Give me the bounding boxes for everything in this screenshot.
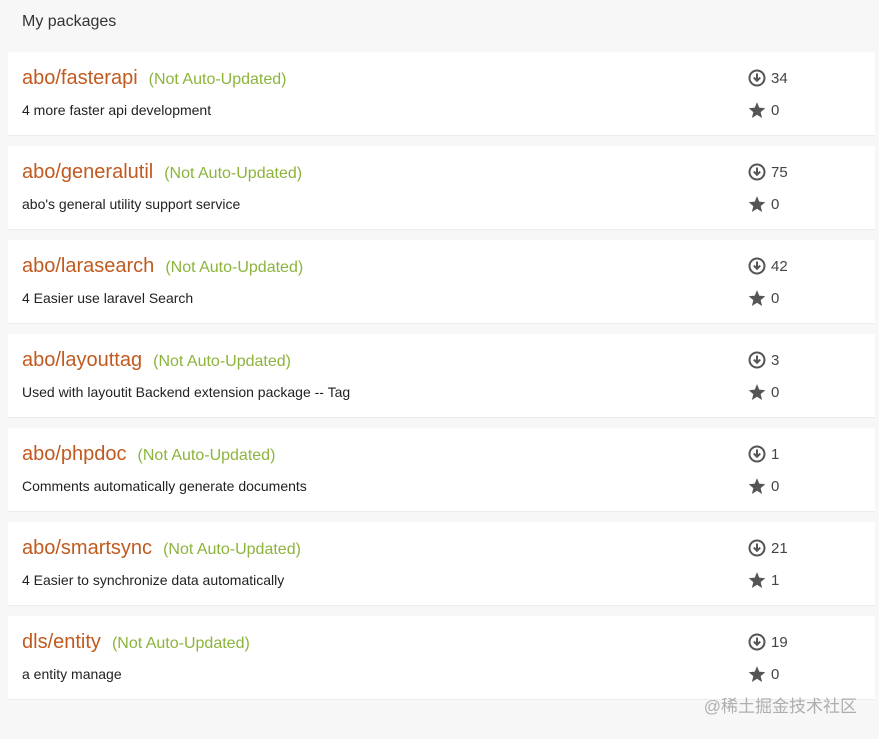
star-icon <box>748 102 766 118</box>
package-title: abo/smartsync (Not Auto-Updated) <box>22 537 301 560</box>
star-icon <box>748 572 766 588</box>
auto-update-status: (Not Auto-Updated) <box>148 71 287 88</box>
package-title: abo/generalutil (Not Auto-Updated) <box>22 161 302 184</box>
download-circle-icon <box>748 69 766 87</box>
favers-count: 0 <box>771 665 780 683</box>
download-circle-icon <box>748 163 766 181</box>
downloads-count: 34 <box>771 69 788 87</box>
auto-update-status: (Not Auto-Updated) <box>165 259 304 276</box>
downloads-count: 21 <box>771 539 788 557</box>
package-name-link[interactable]: abo/fasterapi <box>22 67 138 90</box>
auto-update-status: (Not Auto-Updated) <box>137 447 276 464</box>
favers-count: 0 <box>771 101 780 119</box>
auto-update-status: (Not Auto-Updated) <box>163 541 301 558</box>
favers-stat: 0 <box>748 383 779 401</box>
package-title: abo/layouttag (Not Auto-Updated) <box>22 349 291 372</box>
package-description: 4 more faster api development <box>22 102 212 118</box>
package-name-link[interactable]: abo/phpdoc <box>22 443 127 466</box>
downloads-count: 75 <box>771 163 788 181</box>
star-icon <box>748 290 766 306</box>
page-heading: My packages <box>22 13 117 30</box>
downloads-count: 1 <box>771 445 780 463</box>
watermark-text: @稀土掘金技术社区 <box>703 697 857 716</box>
package-title: abo/larasearch (Not Auto-Updated) <box>22 255 303 278</box>
package-description: a entity manage <box>22 666 122 682</box>
favers-stat: 0 <box>748 289 779 307</box>
downloads-stat: 21 <box>748 539 788 557</box>
package-item: dls/entity (Not Auto-Updated) a entity m… <box>8 616 875 700</box>
download-circle-icon <box>748 445 766 463</box>
favers-stat: 0 <box>748 477 779 495</box>
downloads-count: 19 <box>771 633 788 651</box>
downloads-stat: 75 <box>748 163 788 181</box>
favers-stat: 0 <box>748 665 779 683</box>
downloads-stat: 1 <box>748 445 779 463</box>
package-name-link[interactable]: dls/entity <box>22 631 101 654</box>
package-list: abo/fasterapi (Not Auto-Updated) 4 more … <box>8 52 875 710</box>
auto-update-status: (Not Auto-Updated) <box>111 635 250 652</box>
package-name-link[interactable]: abo/larasearch <box>22 255 154 278</box>
download-circle-icon <box>748 633 766 651</box>
package-item: abo/phpdoc (Not Auto-Updated) Comments a… <box>8 428 875 512</box>
favers-count: 0 <box>771 383 780 401</box>
package-title: abo/phpdoc (Not Auto-Updated) <box>22 443 275 466</box>
package-item: abo/layouttag (Not Auto-Updated) Used wi… <box>8 334 875 418</box>
package-title: dls/entity (Not Auto-Updated) <box>22 631 250 654</box>
favers-count: 0 <box>771 477 780 495</box>
package-item: abo/larasearch (Not Auto-Updated) 4 Easi… <box>8 240 875 324</box>
favers-stat: 0 <box>748 195 779 213</box>
downloads-stat: 42 <box>748 257 788 275</box>
package-description: abo's general utility support service <box>22 196 241 212</box>
package-title: abo/fasterapi (Not Auto-Updated) <box>22 67 287 90</box>
downloads-count: 42 <box>771 257 788 275</box>
downloads-stat: 19 <box>748 633 788 651</box>
favers-count: 0 <box>771 289 780 307</box>
star-icon <box>748 384 766 400</box>
package-item: abo/smartsync (Not Auto-Updated) 4 Easie… <box>8 522 875 606</box>
package-description: Used with layoutit Backend extension pac… <box>22 384 351 400</box>
favers-count: 0 <box>771 195 780 213</box>
download-circle-icon <box>748 257 766 275</box>
downloads-stat: 34 <box>748 69 788 87</box>
package-description: 4 Easier to synchronize data automatical… <box>22 572 285 588</box>
package-name-link[interactable]: abo/smartsync <box>22 537 152 560</box>
package-item: abo/fasterapi (Not Auto-Updated) 4 more … <box>8 52 875 136</box>
package-name-link[interactable]: abo/layouttag <box>22 349 142 372</box>
auto-update-status: (Not Auto-Updated) <box>153 353 291 370</box>
star-icon <box>748 196 766 212</box>
downloads-count: 3 <box>771 351 780 369</box>
download-circle-icon <box>748 351 766 369</box>
download-circle-icon <box>748 539 766 557</box>
package-item: abo/generalutil (Not Auto-Updated) abo's… <box>8 146 875 230</box>
package-description: 4 Easier use laravel Search <box>22 290 194 306</box>
package-name-link[interactable]: abo/generalutil <box>22 161 153 184</box>
downloads-stat: 3 <box>748 351 779 369</box>
star-icon <box>748 478 766 494</box>
favers-count: 1 <box>771 571 780 589</box>
favers-stat: 1 <box>748 571 779 589</box>
favers-stat: 0 <box>748 101 779 119</box>
package-description: Comments automatically generate document… <box>22 478 307 494</box>
auto-update-status: (Not Auto-Updated) <box>164 165 303 182</box>
star-icon <box>748 666 766 682</box>
